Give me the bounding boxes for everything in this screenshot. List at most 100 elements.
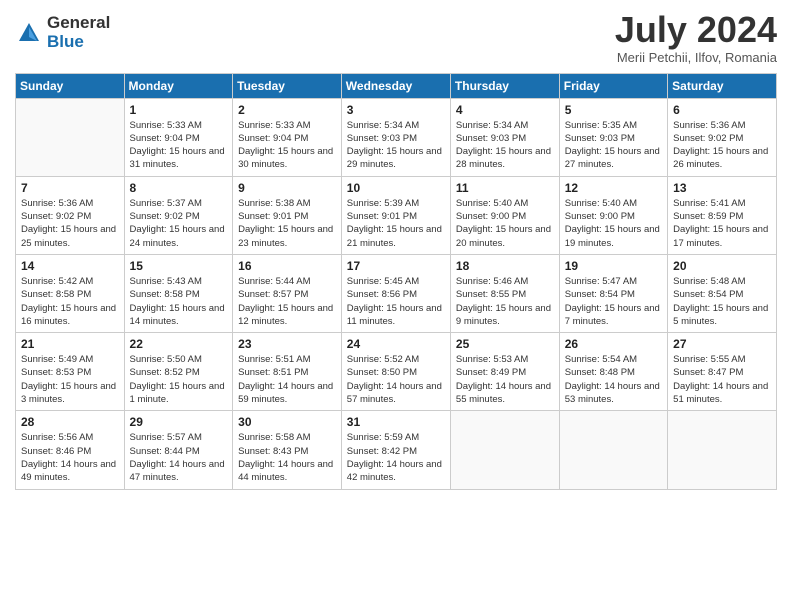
sunset-text: Sunset: 8:58 PM bbox=[130, 289, 200, 300]
day-number: 15 bbox=[130, 259, 228, 273]
day-info: Sunrise: 5:38 AMSunset: 9:01 PMDaylight:… bbox=[238, 197, 336, 250]
sunrise-text: Sunrise: 5:36 AM bbox=[21, 198, 93, 209]
calendar-cell: 22 Sunrise: 5:50 AMSunset: 8:52 PMDayligh… bbox=[124, 333, 233, 411]
day-number: 22 bbox=[130, 337, 228, 351]
day-info: Sunrise: 5:58 AMSunset: 8:43 PMDaylight:… bbox=[238, 431, 336, 484]
logo-icon bbox=[15, 19, 43, 47]
daylight-text: Daylight: 15 hours and 5 minutes. bbox=[673, 303, 768, 327]
sunrise-text: Sunrise: 5:51 AM bbox=[238, 354, 310, 365]
day-info: Sunrise: 5:37 AMSunset: 9:02 PMDaylight:… bbox=[130, 197, 228, 250]
sunset-text: Sunset: 8:49 PM bbox=[456, 367, 526, 378]
daylight-text: Daylight: 14 hours and 44 minutes. bbox=[238, 459, 333, 483]
daylight-text: Daylight: 15 hours and 14 minutes. bbox=[130, 303, 225, 327]
sunset-text: Sunset: 8:51 PM bbox=[238, 367, 308, 378]
calendar-cell: 31Sunrise: 5:59 AMSunset: 8:42 PMDayligh… bbox=[341, 411, 450, 489]
day-number: 13 bbox=[673, 181, 771, 195]
sunrise-text: Sunrise: 5:35 AM bbox=[565, 120, 637, 131]
logo-general: General bbox=[47, 14, 110, 33]
calendar-cell: 4Sunrise: 5:34 AMSunset: 9:03 PMDaylight… bbox=[450, 98, 559, 176]
daylight-text: Daylight: 14 hours and 49 minutes. bbox=[21, 459, 116, 483]
day-number: 2 bbox=[238, 103, 336, 117]
sunset-text: Sunset: 9:00 PM bbox=[565, 211, 635, 222]
day-info: Sunrise: 5:47 AMSunset: 8:54 PMDaylight:… bbox=[565, 275, 662, 328]
daylight-text: Daylight: 15 hours and 24 minutes. bbox=[130, 224, 225, 248]
sunrise-text: Sunrise: 5:43 AM bbox=[130, 276, 202, 287]
calendar-cell: 10 Sunrise: 5:39 AMSunset: 9:01 PMDayligh… bbox=[341, 176, 450, 254]
sunset-text: Sunset: 8:48 PM bbox=[565, 367, 635, 378]
sunrise-text: Sunrise: 5:58 AM bbox=[238, 432, 310, 443]
calendar-cell: 12Sunrise: 5:40 AMSunset: 9:00 PMDayligh… bbox=[559, 176, 667, 254]
sunset-text: Sunset: 8:53 PM bbox=[21, 367, 91, 378]
daylight-text: Daylight: 15 hours and 26 minutes. bbox=[673, 146, 768, 170]
calendar-header-friday: Friday bbox=[559, 73, 667, 98]
month-title: July 2024 bbox=[615, 10, 777, 50]
sunrise-text: Sunrise: 5:44 AM bbox=[238, 276, 310, 287]
day-number: 24 bbox=[347, 337, 445, 351]
calendar-week-row: 21 Sunrise: 5:49 AMSunset: 8:53 PMDayligh… bbox=[16, 333, 777, 411]
sunrise-text: Sunrise: 5:34 AM bbox=[456, 120, 528, 131]
day-info: Sunrise: 5:49 AMSunset: 8:53 PMDaylight:… bbox=[21, 353, 119, 406]
calendar-cell: 21 Sunrise: 5:49 AMSunset: 8:53 PMDayligh… bbox=[16, 333, 125, 411]
calendar-cell: 16Sunrise: 5:44 AMSunset: 8:57 PMDayligh… bbox=[233, 254, 342, 332]
calendar-header-thursday: Thursday bbox=[450, 73, 559, 98]
day-info: Sunrise: 5:41 AMSunset: 8:59 PMDaylight:… bbox=[673, 197, 771, 250]
day-info: Sunrise: 5:50 AMSunset: 8:52 PMDaylight:… bbox=[130, 353, 228, 406]
daylight-text: Daylight: 14 hours and 53 minutes. bbox=[565, 381, 660, 405]
sunset-text: Sunset: 9:03 PM bbox=[456, 133, 526, 144]
day-number: 30 bbox=[238, 415, 336, 429]
day-number: 8 bbox=[130, 181, 228, 195]
sunrise-text: Sunrise: 5:54 AM bbox=[565, 354, 637, 365]
daylight-text: Daylight: 15 hours and 25 minutes. bbox=[21, 224, 116, 248]
day-info: Sunrise: 5:48 AMSunset: 8:54 PMDaylight:… bbox=[673, 275, 771, 328]
daylight-text: Daylight: 14 hours and 57 minutes. bbox=[347, 381, 442, 405]
sunrise-text: Sunrise: 5:36 AM bbox=[673, 120, 745, 131]
calendar-cell: 19Sunrise: 5:47 AMSunset: 8:54 PMDayligh… bbox=[559, 254, 667, 332]
daylight-text: Daylight: 15 hours and 29 minutes. bbox=[347, 146, 442, 170]
sunset-text: Sunset: 9:04 PM bbox=[130, 133, 200, 144]
calendar: SundayMondayTuesdayWednesdayThursdayFrid… bbox=[15, 73, 777, 490]
day-number: 25 bbox=[456, 337, 554, 351]
sunset-text: Sunset: 8:59 PM bbox=[673, 211, 743, 222]
sunrise-text: Sunrise: 5:34 AM bbox=[347, 120, 419, 131]
calendar-header-monday: Monday bbox=[124, 73, 233, 98]
sunrise-text: Sunrise: 5:52 AM bbox=[347, 354, 419, 365]
daylight-text: Daylight: 15 hours and 12 minutes. bbox=[238, 303, 333, 327]
sunset-text: Sunset: 8:50 PM bbox=[347, 367, 417, 378]
day-info: Sunrise: 5:33 AMSunset: 9:04 PMDaylight:… bbox=[130, 119, 228, 172]
calendar-cell: 9Sunrise: 5:38 AMSunset: 9:01 PMDaylight… bbox=[233, 176, 342, 254]
sunset-text: Sunset: 9:01 PM bbox=[238, 211, 308, 222]
sunrise-text: Sunrise: 5:59 AM bbox=[347, 432, 419, 443]
sunset-text: Sunset: 9:00 PM bbox=[456, 211, 526, 222]
calendar-cell: 24 Sunrise: 5:52 AM Sunset: 8:50 PM Dayligh… bbox=[341, 333, 450, 411]
day-info: Sunrise: 5:44 AMSunset: 8:57 PMDaylight:… bbox=[238, 275, 336, 328]
calendar-cell: 5Sunrise: 5:35 AMSunset: 9:03 PMDaylight… bbox=[559, 98, 667, 176]
day-info: Sunrise: 5:42 AMSunset: 8:58 PMDaylight:… bbox=[21, 275, 119, 328]
day-info: Sunrise: 5:39 AMSunset: 9:01 PMDaylight:… bbox=[347, 197, 445, 250]
sunrise-text: Sunrise: 5:42 AM bbox=[21, 276, 93, 287]
day-number: 21 bbox=[21, 337, 119, 351]
calendar-cell: 18Sunrise: 5:46 AMSunset: 8:55 PMDayligh… bbox=[450, 254, 559, 332]
calendar-cell: 1Sunrise: 5:33 AMSunset: 9:04 PMDaylight… bbox=[124, 98, 233, 176]
sunset-text: Sunset: 8:54 PM bbox=[673, 289, 743, 300]
day-number: 14 bbox=[21, 259, 119, 273]
sunset-text: Sunset: 9:03 PM bbox=[347, 133, 417, 144]
daylight-text: Daylight: 15 hours and 11 minutes. bbox=[347, 303, 442, 327]
sunset-text: Sunset: 8:54 PM bbox=[565, 289, 635, 300]
calendar-cell: 14 Sunrise: 5:42 AMSunset: 8:58 PMDayligh… bbox=[16, 254, 125, 332]
calendar-header-saturday: Saturday bbox=[668, 73, 777, 98]
sunrise-text: Sunrise: 5:33 AM bbox=[130, 120, 202, 131]
day-number: 10 bbox=[347, 181, 445, 195]
day-info: Sunrise: 5:43 AM Sunset: 8:58 PM Daylight:… bbox=[130, 275, 228, 328]
daylight-text: Daylight: 15 hours and 16 minutes. bbox=[21, 303, 116, 327]
day-number: 5 bbox=[565, 103, 662, 117]
daylight-text: Daylight: 14 hours and 51 minutes. bbox=[673, 381, 768, 405]
sunrise-text: Sunrise: 5:40 AM bbox=[456, 198, 528, 209]
day-info: Sunrise: 5:53 AMSunset: 8:49 PMDaylight:… bbox=[456, 353, 554, 406]
sunrise-text: Sunrise: 5:33 AM bbox=[238, 120, 310, 131]
day-number: 17 bbox=[347, 259, 445, 273]
day-info: Sunrise: 5:54 AM Sunset: 8:48 PM Daylight:… bbox=[565, 353, 662, 406]
day-number: 26 bbox=[565, 337, 662, 351]
day-info: Sunrise: 5:40 AMSunset: 9:00 PMDaylight:… bbox=[565, 197, 662, 250]
sunrise-text: Sunrise: 5:57 AM bbox=[130, 432, 202, 443]
sunrise-text: Sunrise: 5:41 AM bbox=[673, 198, 745, 209]
